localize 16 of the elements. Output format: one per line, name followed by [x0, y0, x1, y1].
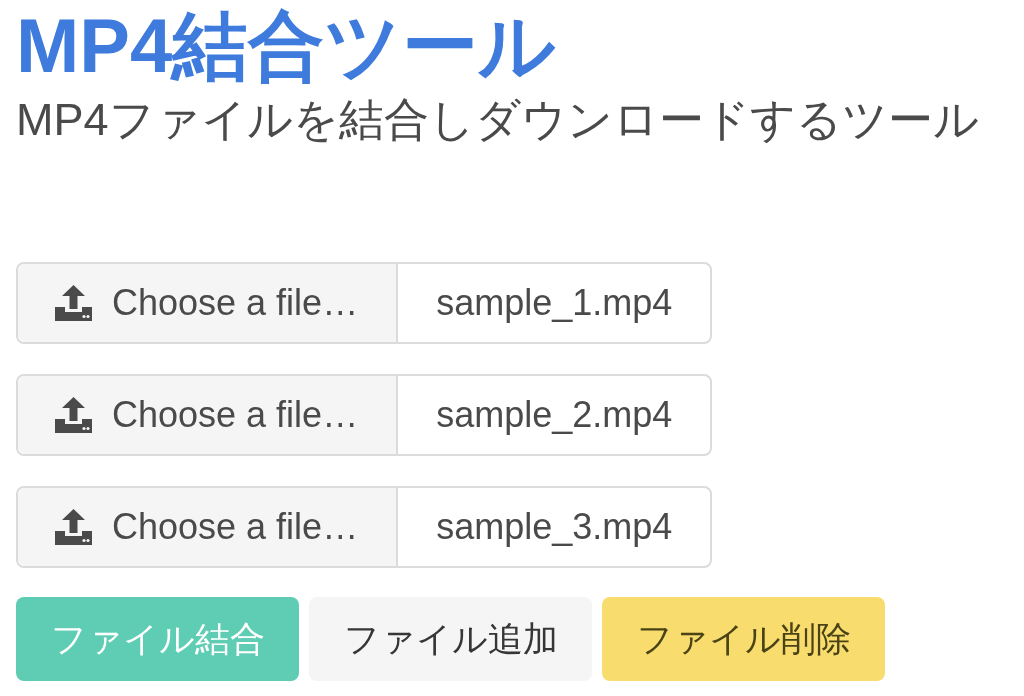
upload-icon	[55, 397, 92, 433]
page-title: MP4結合ツール	[16, 2, 557, 90]
choose-file-button[interactable]: Choose a file…	[18, 488, 397, 566]
file-input[interactable]: Choose a file… sample_1.mp4	[16, 262, 713, 344]
choose-file-button[interactable]: Choose a file…	[18, 376, 397, 454]
action-button[interactable]: ファイル追加	[309, 597, 592, 681]
upload-icon	[55, 509, 92, 545]
file-name: sample_1.mp4	[396, 264, 711, 342]
file-input[interactable]: Choose a file… sample_2.mp4	[16, 374, 713, 456]
file-name: sample_2.mp4	[396, 376, 711, 454]
file-name: sample_3.mp4	[396, 488, 711, 566]
choose-file-button[interactable]: Choose a file…	[18, 264, 397, 342]
upload-icon	[55, 285, 92, 321]
file-input[interactable]: Choose a file… sample_3.mp4	[16, 486, 713, 568]
action-button[interactable]: ファイル削除	[602, 597, 885, 681]
page-subtitle: MP4ファイルを結合しダウンロードするツール	[16, 93, 979, 147]
